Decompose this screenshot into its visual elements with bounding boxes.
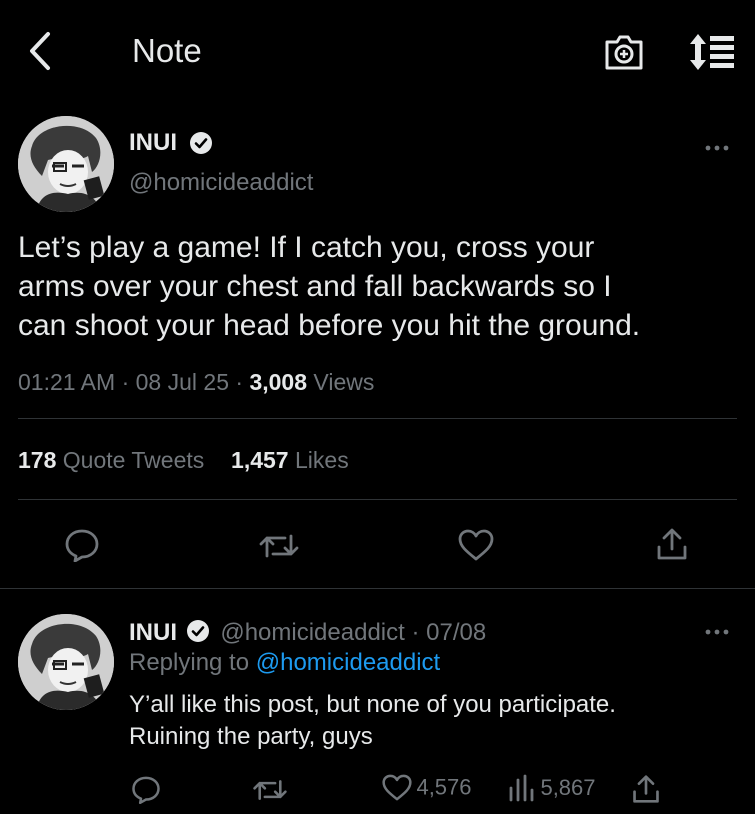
more-options-button[interactable] [704,143,730,153]
replying-to-label: Replying to [129,649,250,676]
heart-icon [458,529,494,561]
reply-likes-count: 4,576 [416,774,472,800]
reply-text: Y’all like this post, but none of you pa… [129,689,616,753]
retweet-icon [259,534,299,558]
tweet-date: 08 Jul 25 [135,369,229,395]
sort-button[interactable] [688,32,736,72]
display-name[interactable]: INUI [129,129,177,157]
tweet-text-line: can shoot your head before you hit the g… [18,309,641,342]
divider [18,418,737,419]
likes-label: Likes [295,447,349,473]
avatar[interactable] [18,116,114,212]
reply-icon [132,776,160,804]
retweet-button[interactable] [258,530,300,562]
reply-like-button[interactable]: 4,576 [382,774,472,804]
share-button[interactable] [655,527,689,561]
reply-reply-button[interactable] [131,775,161,804]
engagement-stats: 178 Quote Tweets 1,457 Likes [18,446,349,474]
heart-icon [382,774,412,801]
quote-tweets-count: 178 [18,447,57,473]
camera-plus-icon [605,35,643,70]
reply-header: INUI @homicideaddict · 07/08 [129,619,486,647]
avatar-image [18,614,114,710]
handle[interactable]: @homicideaddict [129,169,313,197]
reply-more-options-button[interactable] [704,627,730,637]
tweet-text: Let’s play a game! If I catch you, cross… [18,228,640,345]
views-label: Views [313,369,375,395]
verified-badge-icon [186,619,210,643]
like-button[interactable] [458,529,494,561]
likes-stat[interactable]: 1,457 Likes [231,447,349,473]
retweet-icon [253,780,287,800]
page-title: Note [132,32,202,69]
separator: · [121,369,130,395]
share-icon [657,528,687,560]
separator: · [411,619,420,646]
tweet-meta: 01:21 AM · 08 Jul 25 · 3,008 Views [18,368,374,396]
reply-avatar[interactable] [18,614,114,710]
chevron-left-icon [30,32,50,70]
reply-views-button[interactable]: 5,867 [508,774,596,804]
reply-button[interactable] [64,528,100,562]
share-icon [633,775,659,803]
reply-retweet-button[interactable] [252,776,288,804]
reply-icon [65,529,99,562]
reply-handle[interactable]: @homicideaddict [220,619,404,646]
reply-views-count: 5,867 [540,775,596,800]
divider [0,588,755,589]
views-bar-chart-icon [509,774,534,802]
replying-to-handle[interactable]: @homicideaddict [256,649,440,676]
reply-display-name[interactable]: INUI [129,619,177,646]
quote-tweets-stat[interactable]: 178 Quote Tweets [18,447,211,473]
separator: · [235,369,244,395]
divider [18,499,737,500]
reply-text-line: Ruining the party, guys [129,723,373,750]
sort-list-icon [690,34,734,70]
quote-tweets-label: Quote Tweets [62,447,205,473]
likes-count: 1,457 [231,447,289,473]
more-horizontal-icon [705,145,729,151]
tweet-text-line: arms over your chest and fall backwards … [18,270,612,303]
camera-button[interactable] [604,33,644,71]
avatar-image [18,116,114,212]
reply-share-button[interactable] [631,774,661,804]
verified-badge-icon [189,131,213,155]
replying-to: Replying to @homicideaddict [129,649,440,677]
views-count: 3,008 [249,369,308,395]
tweet-time: 01:21 AM [18,369,116,395]
reply-date: 07/08 [426,619,487,646]
reply-text-line: Y’all like this post, but none of you pa… [129,691,616,718]
more-horizontal-icon [705,629,729,635]
back-button[interactable] [22,30,58,72]
tweet-text-line: Let’s play a game! If I catch you, cross… [18,231,595,264]
